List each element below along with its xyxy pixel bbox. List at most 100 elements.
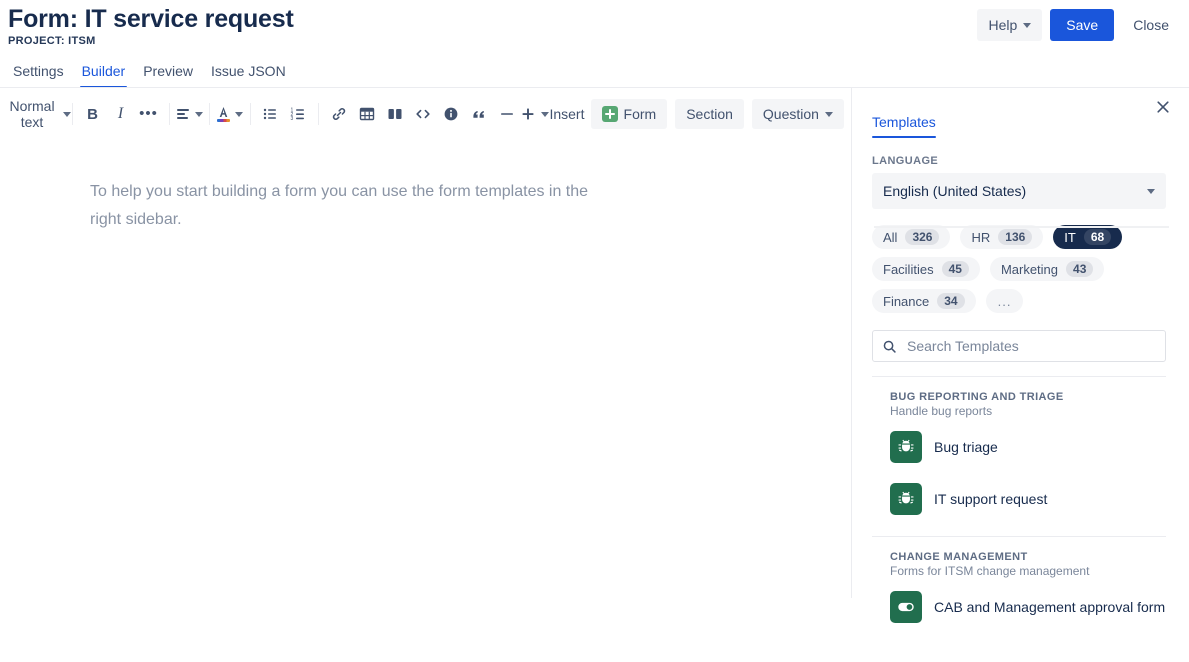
chevron-down-icon xyxy=(62,111,71,117)
search-templates-input[interactable] xyxy=(905,337,1156,355)
add-form-button[interactable]: Form xyxy=(590,99,668,129)
divider-icon xyxy=(499,106,515,122)
tab-builder[interactable]: Builder xyxy=(73,60,135,88)
category-pill-all[interactable]: All 326 xyxy=(872,225,951,249)
table-button[interactable] xyxy=(353,100,381,128)
category-pill-facilities[interactable]: Facilities 45 xyxy=(872,257,980,281)
help-button[interactable]: Help xyxy=(977,9,1043,41)
group-title: BUG REPORTING AND TRIAGE xyxy=(890,391,1064,403)
bug-icon xyxy=(890,483,922,515)
text-color-icon xyxy=(216,106,230,122)
tab-settings[interactable]: Settings xyxy=(4,60,73,88)
language-label: LANGUAGE xyxy=(872,155,939,167)
page-title: Form: IT service request xyxy=(8,5,294,33)
category-count: 45 xyxy=(941,261,969,277)
divider-button[interactable] xyxy=(493,100,521,128)
sidebar-tabs-rule xyxy=(874,226,1169,228)
category-count: 136 xyxy=(998,229,1033,245)
toggle-icon xyxy=(890,591,922,623)
project-subtitle: PROJECT: ITSM xyxy=(8,35,96,47)
plus-icon xyxy=(520,106,536,122)
editor-toolbar: Normal text B I ••• 1 2 3 Insert Form Se… xyxy=(0,96,852,132)
template-item-cab-approval-form[interactable]: CAB and Management approval form xyxy=(872,584,1166,630)
ellipsis-icon: ••• xyxy=(139,105,158,122)
category-filter-pills: All 326 HR 136 IT 68 Facilities 45 Marke… xyxy=(872,225,1166,313)
chevron-down-icon xyxy=(824,111,833,117)
chevron-down-icon xyxy=(234,111,243,117)
help-label: Help xyxy=(988,17,1018,33)
bold-button[interactable]: B xyxy=(79,100,107,128)
italic-icon: I xyxy=(117,105,124,122)
tab-templates[interactable]: Templates xyxy=(872,114,936,138)
text-align-dropdown[interactable] xyxy=(175,100,204,128)
toolbar-separator xyxy=(72,103,73,125)
tab-issue-json[interactable]: Issue JSON xyxy=(202,60,295,88)
italic-button[interactable]: I xyxy=(107,100,135,128)
more-formatting-button[interactable]: ••• xyxy=(135,100,163,128)
category-count: 68 xyxy=(1083,229,1112,245)
add-question-button[interactable]: Question xyxy=(751,99,844,129)
template-group-change-management: CHANGE MANAGEMENT Forms for ITSM change … xyxy=(872,537,1169,630)
info-panel-icon xyxy=(443,106,459,122)
category-pill-more[interactable]: ... xyxy=(985,289,1024,313)
category-pill-finance[interactable]: Finance 34 xyxy=(872,289,976,313)
tab-preview[interactable]: Preview xyxy=(134,60,202,88)
sidebar-tabs: Templates xyxy=(872,88,1169,138)
quote-button[interactable] xyxy=(465,100,493,128)
toolbar-separator xyxy=(168,103,170,125)
chevron-down-icon xyxy=(541,111,550,117)
align-left-icon xyxy=(175,106,191,122)
toolbar-separator xyxy=(249,103,251,125)
link-button[interactable] xyxy=(325,100,353,128)
close-button[interactable]: Close xyxy=(1122,9,1180,41)
category-pill-marketing[interactable]: Marketing 43 xyxy=(989,257,1105,281)
chevron-down-icon xyxy=(195,111,204,117)
template-item-bug-triage[interactable]: Bug triage xyxy=(872,424,1166,470)
page-header: Form: IT service request PROJECT: ITSM H… xyxy=(0,0,1189,58)
layout-columns-icon xyxy=(387,106,403,122)
svg-text:3: 3 xyxy=(291,116,294,122)
category-pill-it[interactable]: IT 68 xyxy=(1053,225,1123,249)
category-label: All xyxy=(883,229,898,245)
category-pill-hr[interactable]: HR 136 xyxy=(960,225,1044,249)
text-style-label: Normal text xyxy=(9,98,55,130)
bullet-list-button[interactable] xyxy=(256,100,284,128)
group-title: CHANGE MANAGEMENT xyxy=(890,551,1028,563)
layout-columns-button[interactable] xyxy=(381,100,409,128)
numbered-list-icon: 123 xyxy=(290,106,306,122)
add-form-label: Form xyxy=(623,106,657,122)
toolbar-separator xyxy=(209,103,210,125)
add-form-icon xyxy=(601,106,618,122)
category-count: 34 xyxy=(937,293,965,309)
bullet-list-icon xyxy=(262,106,278,122)
save-button[interactable]: Save xyxy=(1050,9,1115,41)
text-color-dropdown[interactable] xyxy=(216,100,244,128)
templates-sidebar: Templates LANGUAGE English (United State… xyxy=(852,88,1189,662)
toolbar-separator xyxy=(318,103,319,125)
add-section-button[interactable]: Section xyxy=(675,99,744,129)
form-editor-canvas[interactable]: To help you start building a form you ca… xyxy=(0,140,852,600)
category-label: IT xyxy=(1064,229,1076,245)
language-select[interactable]: English (United States) xyxy=(872,173,1166,209)
title-block: Form: IT service request PROJECT: ITSM xyxy=(8,4,294,48)
info-panel-button[interactable] xyxy=(437,100,465,128)
code-button[interactable] xyxy=(409,100,437,128)
text-style-dropdown[interactable]: Normal text xyxy=(6,98,71,130)
table-icon xyxy=(359,106,375,122)
category-count: 43 xyxy=(1066,261,1094,277)
editor-placeholder-text: To help you start building a form you ca… xyxy=(90,183,589,228)
template-name: CAB and Management approval form xyxy=(934,599,1166,615)
template-item-it-support-request[interactable]: IT support request xyxy=(872,476,1166,522)
numbered-list-button[interactable]: 123 xyxy=(284,100,312,128)
chevron-down-icon xyxy=(1023,22,1032,28)
search-templates-box[interactable] xyxy=(872,330,1166,362)
form-builder-page: Form: IT service request PROJECT: ITSM H… xyxy=(0,0,1189,662)
category-label: Facilities xyxy=(883,261,934,277)
group-description: Forms for ITSM change management xyxy=(890,564,1090,578)
bug-icon xyxy=(890,431,922,463)
search-icon xyxy=(882,339,897,354)
link-icon xyxy=(331,106,347,122)
insert-button[interactable]: Insert xyxy=(549,100,586,128)
add-more-dropdown[interactable] xyxy=(520,100,550,128)
color-swatch-bar xyxy=(216,119,230,122)
